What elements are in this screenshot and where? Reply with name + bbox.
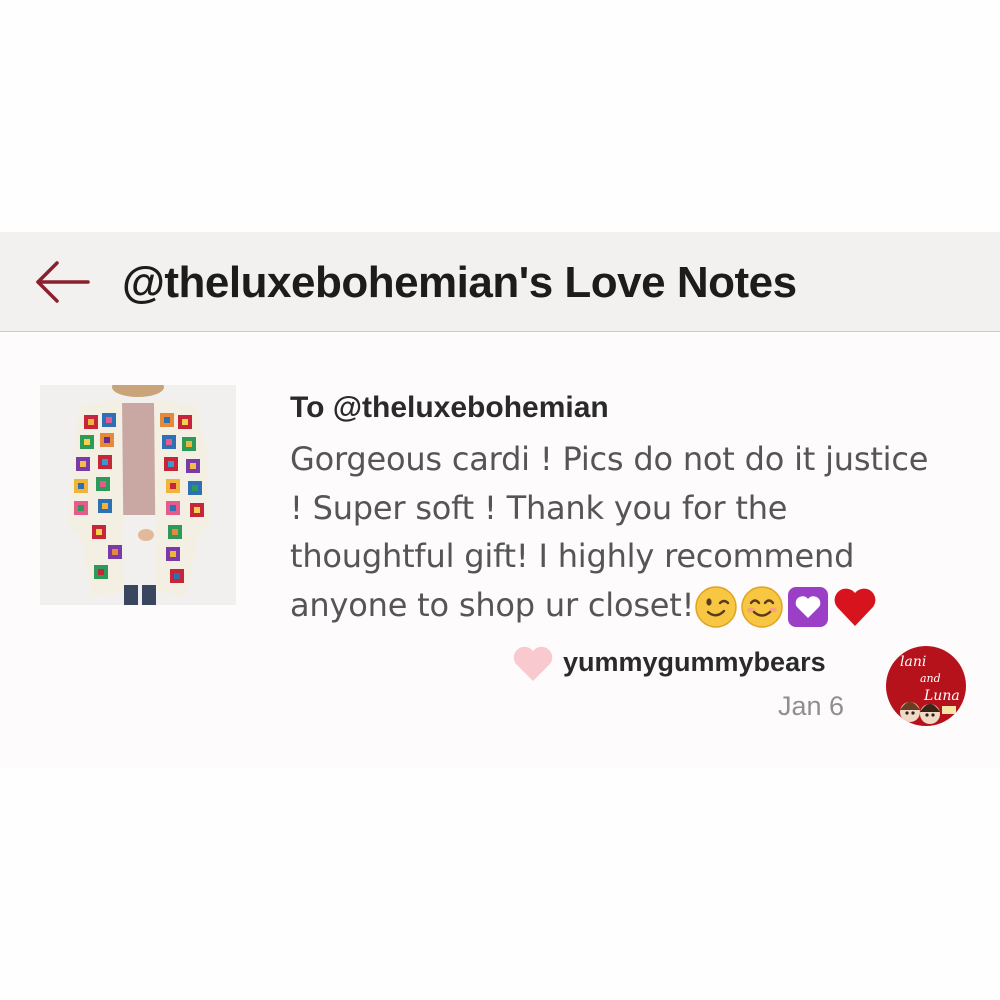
avatar[interactable]: lani and Luna bbox=[886, 646, 966, 726]
heart-icon bbox=[513, 646, 553, 681]
like-button[interactable] bbox=[512, 645, 554, 683]
red-heart-icon bbox=[834, 588, 876, 626]
note-line: Gorgeous cardi ! Pics do not do it justi… bbox=[290, 440, 929, 478]
note-line: thoughtful gift! I highly recommend bbox=[290, 537, 855, 575]
smiling-face-icon bbox=[741, 585, 784, 628]
note-line: anyone to shop ur closet! bbox=[290, 585, 695, 624]
note-date: Jan 6 bbox=[778, 691, 845, 721]
page-title: @theluxebohemian's Love Notes bbox=[122, 258, 797, 307]
winking-face-icon bbox=[695, 585, 738, 628]
svg-text:lani: lani bbox=[900, 654, 926, 670]
emoji-group bbox=[694, 585, 880, 629]
love-note-card: To @theluxebohemian Gorgeous cardi ! Pic… bbox=[0, 333, 1000, 768]
note-line: ! Super soft ! Thank you for the bbox=[290, 488, 788, 527]
app-header: @theluxebohemian's Love Notes bbox=[0, 232, 1000, 332]
crochet-cardigan-photo bbox=[40, 385, 236, 605]
note-recipient: To @theluxebohemian bbox=[290, 391, 609, 424]
heart-decoration-icon bbox=[788, 586, 829, 627]
back-button[interactable] bbox=[30, 252, 94, 312]
svg-text:and: and bbox=[920, 672, 941, 685]
author-username[interactable]: yummygummybears bbox=[563, 647, 826, 678]
screen: @theluxebohemian's Love Notes To @thelux… bbox=[0, 0, 1000, 1000]
svg-text:Luna: Luna bbox=[923, 688, 960, 704]
note-message: Gorgeous cardi ! Pics do not do it justi… bbox=[290, 435, 980, 629]
avatar-logo: lani and Luna bbox=[886, 646, 966, 726]
product-thumbnail[interactable] bbox=[40, 385, 236, 605]
arrow-left-icon bbox=[36, 261, 90, 303]
note-line-last: anyone to shop ur closet! bbox=[290, 581, 980, 630]
